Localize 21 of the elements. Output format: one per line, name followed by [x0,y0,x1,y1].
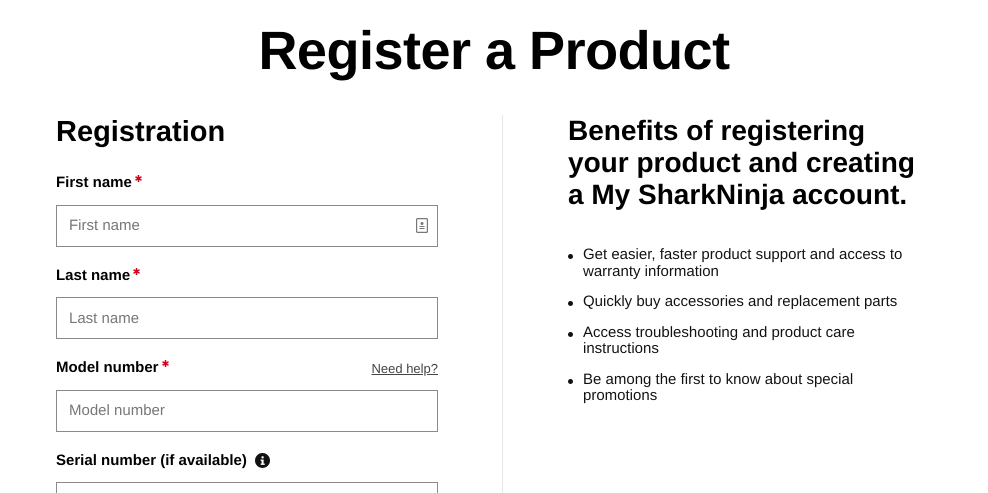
benefits-heading: Benefits of registering your product and creating a My SharkNinja account. [568,115,916,212]
field-label: First name [56,173,132,194]
benefit-text: Access troubleshooting and product care instructions [583,324,856,358]
text-field[interactable]: First name [56,204,438,247]
field-label: Last name [56,266,130,286]
help-link[interactable]: Need help? [372,358,438,378]
field-label: Model number [56,358,159,378]
section-heading: Registration [56,115,226,150]
info-icon[interactable] [254,453,270,468]
page-title: Register a Product [257,22,731,82]
benefit-text: Get easier, faster product support and access to warranty information [583,247,904,280]
contact-card-icon[interactable] [416,218,428,233]
benefit-text: Quickly buy accessories and replacement parts [583,294,898,311]
bullet-icon [568,378,573,384]
benefit-text: Be among the first to know about special promotions [583,372,854,405]
field-label: Serial number (if available) [56,450,247,471]
bullet-icon [568,301,573,306]
text-field[interactable]: Last name [56,297,438,340]
bullet-icon [568,254,573,260]
bullet-icon [568,332,573,337]
text-field[interactable]: Model number [56,390,438,432]
